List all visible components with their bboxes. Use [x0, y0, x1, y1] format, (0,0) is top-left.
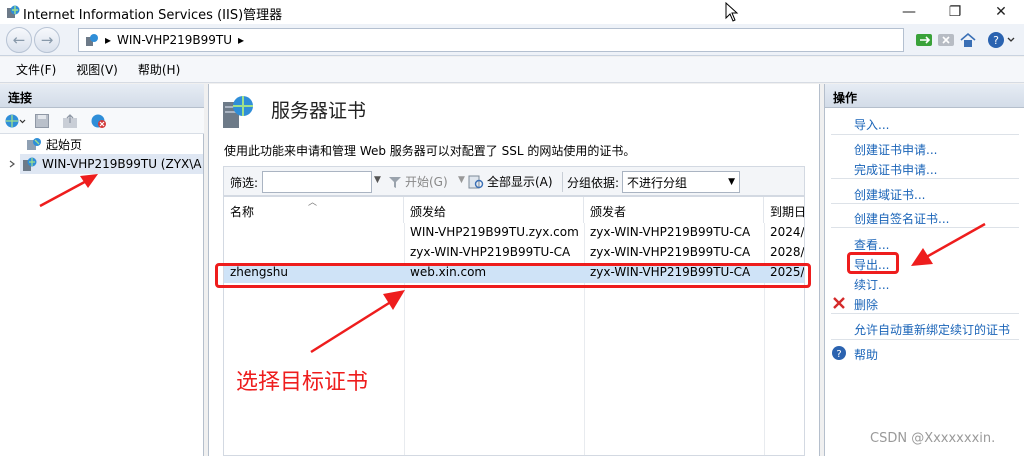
tree-item-label: WIN-VHP219B99TU (ZYX\A	[42, 157, 202, 171]
show-all-icon	[468, 175, 484, 188]
connections-header: 连接	[0, 84, 204, 108]
svg-text:?: ?	[836, 349, 841, 360]
save-icon[interactable]	[34, 113, 50, 129]
up-level-icon[interactable]	[62, 113, 78, 129]
cell-expires: 2028/1	[770, 245, 805, 259]
table-row[interactable]: WIN-VHP219B99TU.zyx.com zyx-WIN-VHP219B9…	[224, 223, 805, 243]
connect-globe-icon[interactable]	[4, 113, 26, 129]
action-auto-rebind[interactable]: 允许自动重新绑定续订的证书	[854, 321, 1010, 338]
main-panel: 服务器证书 使用此功能来申请和管理 Web 服务器可以对配置了 SSL 的网站使…	[208, 84, 820, 456]
chevron-down-icon[interactable]: ▼	[458, 175, 465, 185]
mouse-cursor-icon	[725, 2, 739, 22]
action-separator	[831, 134, 1019, 135]
address-path[interactable]: WIN-VHP219B99TU	[117, 33, 232, 47]
menu-bar: 文件(F) 视图(V) 帮助(H)	[0, 57, 1024, 83]
annotation-arrow-icon	[39, 174, 98, 208]
action-import[interactable]: 导入...	[854, 116, 889, 133]
minimize-button[interactable]: —	[886, 0, 932, 24]
cell-issued-to: WIN-VHP219B99TU.zyx.com	[410, 225, 579, 239]
filter-label: 筛选:	[230, 176, 259, 190]
filter-separator	[562, 172, 563, 192]
back-button[interactable]: ←	[6, 27, 32, 53]
disconnect-icon[interactable]	[90, 113, 108, 129]
refresh-icon[interactable]	[914, 31, 934, 49]
server-icon	[86, 34, 98, 46]
action-complete-cert-request[interactable]: 完成证书申请...	[854, 161, 937, 178]
action-delete[interactable]: 删除	[854, 296, 878, 313]
action-create-cert-request[interactable]: 创建证书申请...	[854, 141, 937, 158]
annotation-highlight-box	[847, 252, 899, 274]
filter-input[interactable]	[262, 171, 372, 193]
show-all-label: 全部显示(A)	[487, 175, 553, 189]
action-help[interactable]: 帮助	[854, 346, 878, 363]
help-icon: ?	[832, 346, 846, 360]
cell-issuer: zyx-WIN-VHP219B99TU-CA	[590, 225, 751, 239]
arrow-right-icon: →	[40, 31, 54, 49]
show-all-button[interactable]: 全部显示(A)	[468, 173, 553, 190]
menu-view[interactable]: 视图(V)	[66, 61, 128, 78]
svg-text:?: ?	[993, 34, 999, 47]
tree-item-label: 起始页	[46, 137, 83, 152]
column-header-issued-to[interactable]: 颁发给	[404, 197, 584, 223]
arrow-left-icon: ←	[12, 31, 26, 49]
title-bar: Internet Information Services (IIS)管理器 —…	[0, 0, 1024, 24]
feature-description: 使用此功能来申请和管理 Web 服务器可以对配置了 SSL 的网站使用的证书。	[224, 144, 636, 158]
action-separator	[831, 339, 1019, 340]
group-by-label: 分组依据:	[567, 176, 620, 190]
window-title: Internet Information Services (IIS)管理器	[23, 8, 283, 23]
page-title: 服务器证书	[271, 100, 367, 122]
cell-issued-to: zyx-WIN-VHP219B99TU-CA	[410, 245, 571, 259]
table-row[interactable]: zyx-WIN-VHP219B99TU-CA zyx-WIN-VHP219B99…	[224, 243, 805, 263]
chevron-down-icon[interactable]: ▼	[374, 175, 381, 185]
cell-expires: 2024/1	[770, 225, 805, 239]
action-separator	[831, 313, 1019, 314]
address-bar: ← → ▸ WIN-VHP219B99TU ▸ ?	[0, 24, 1024, 56]
actions-header: 操作	[825, 84, 1024, 108]
column-header-issuer[interactable]: 颁发者	[584, 197, 764, 223]
action-create-domain-cert[interactable]: 创建域证书...	[854, 186, 925, 203]
group-by-select[interactable]: 不进行分组 ▼	[622, 171, 740, 193]
action-renew[interactable]: 续订...	[854, 276, 889, 293]
group-by-value: 不进行分组	[627, 175, 688, 190]
start-filter-button[interactable]: 开始(G)	[388, 173, 448, 190]
action-separator	[831, 178, 1019, 179]
address-field[interactable]: ▸ WIN-VHP219B99TU ▸	[78, 28, 904, 52]
watermark: CSDN @Xxxxxxxin.	[870, 431, 996, 446]
funnel-icon	[389, 176, 401, 188]
close-button[interactable]: ✕	[978, 0, 1024, 24]
annotation-arrow-icon	[911, 222, 986, 266]
forward-button[interactable]: →	[34, 27, 60, 53]
actions-panel: 操作 导入... 创建证书申请... 完成证书申请... 创建域证书... 创建…	[824, 84, 1024, 456]
action-view[interactable]: 查看...	[854, 236, 889, 253]
address-separator-trailing[interactable]: ▸	[238, 33, 244, 47]
annotation-arrow-icon	[310, 290, 405, 354]
column-header-expires[interactable]: 到期日	[764, 197, 804, 223]
start-filter-label: 开始(G)	[405, 175, 448, 189]
delete-icon	[833, 297, 845, 309]
column-header-name[interactable]: 名称 ︿	[224, 197, 404, 223]
stop-icon[interactable]	[936, 31, 956, 49]
menu-file[interactable]: 文件(F)	[6, 61, 66, 78]
address-separator: ▸	[105, 33, 112, 47]
tree-item-start-page[interactable]: 起始页	[0, 134, 204, 154]
chevron-down-icon: ▼	[728, 177, 735, 187]
menu-help[interactable]: 帮助(H)	[128, 61, 190, 78]
column-header-label: 名称	[230, 205, 255, 219]
cell-name	[224, 223, 404, 243]
iis-app-icon	[7, 5, 20, 18]
connections-panel: 连接 起始页 WIN-VHP219B99TU (ZYX\A	[0, 84, 204, 456]
start-page-icon	[27, 138, 41, 150]
server-certificates-icon	[223, 96, 253, 128]
connections-toolbar	[0, 108, 204, 134]
cell-issuer: zyx-WIN-VHP219B99TU-CA	[590, 245, 751, 259]
annotation-text: 选择目标证书	[236, 370, 369, 395]
cell-name	[224, 243, 404, 263]
action-separator	[831, 203, 1019, 204]
chevron-right-icon[interactable]	[8, 160, 16, 168]
maximize-button[interactable]: ❐	[932, 0, 978, 24]
filter-bar: 筛选: ▼ 开始(G) ▼ 全部显示(A) 分组依据: 不进行分组 ▼	[223, 166, 805, 196]
home-icon[interactable]	[958, 31, 978, 49]
help-icon[interactable]: ?	[986, 31, 1018, 49]
sort-ascending-icon: ︿	[308, 198, 318, 208]
